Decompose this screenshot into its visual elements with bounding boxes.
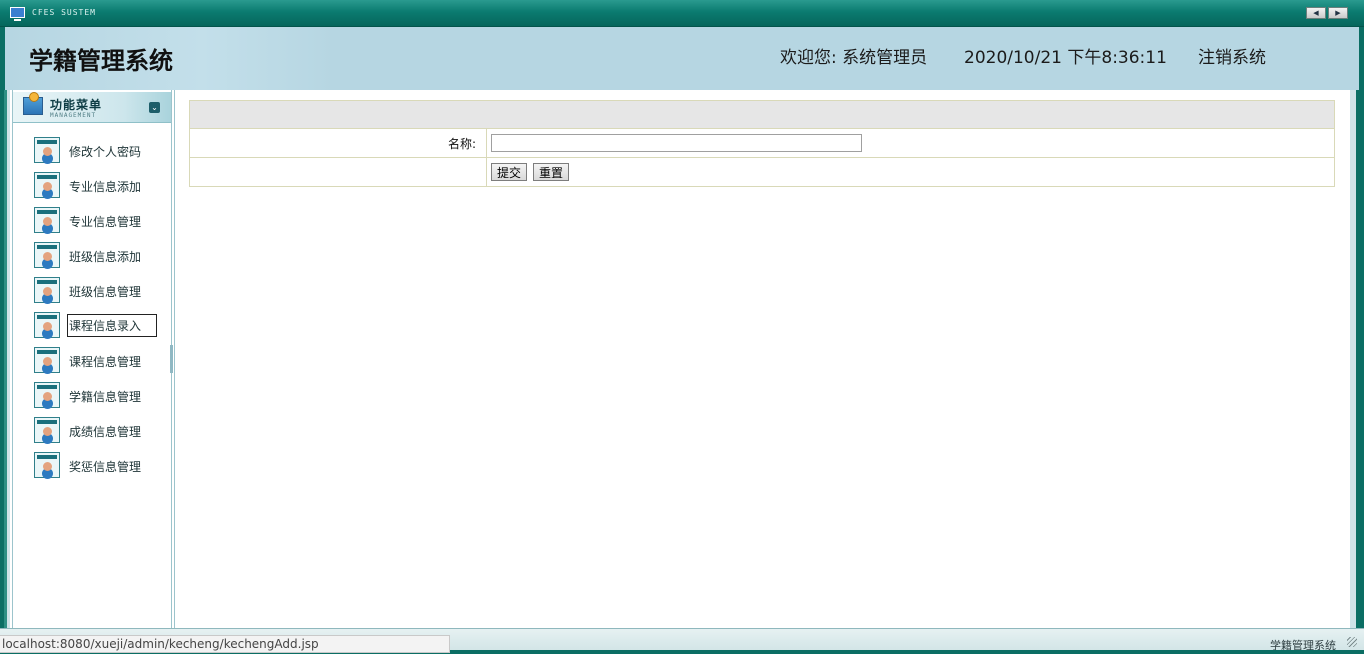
system-label: CFES SUSTEM — [32, 8, 96, 17]
sidebar-item-class-manage[interactable]: 班级信息管理 — [13, 275, 171, 310]
button-row-label-cell — [189, 157, 487, 187]
sidebar-item-label[interactable]: 成绩信息管理 — [68, 422, 142, 441]
sidebar-item-student-manage[interactable]: 学籍信息管理 — [13, 380, 171, 415]
button-cell: 提交 重置 — [486, 157, 1335, 187]
sidebar-item-label[interactable]: 班级信息添加 — [68, 247, 142, 266]
sidebar-item-major-add[interactable]: 专业信息添加 — [13, 170, 171, 205]
scroll-right-button[interactable]: ▶ — [1328, 7, 1348, 19]
frame-left — [0, 90, 10, 653]
user-card-icon — [34, 172, 60, 198]
user-card-icon — [34, 417, 60, 443]
menu-folder-icon — [23, 92, 43, 115]
sidebar-item-class-add[interactable]: 班级信息添加 — [13, 240, 171, 275]
user-card-icon — [34, 382, 60, 408]
frame-right — [1350, 90, 1364, 653]
name-label: 名称: — [189, 128, 487, 158]
user-card-icon — [34, 452, 60, 478]
sidebar-item-course-add[interactable]: 课程信息录入 — [13, 310, 171, 345]
user-card-icon — [34, 242, 60, 268]
user-card-icon — [34, 312, 60, 338]
header: 学籍管理系统 欢迎您: 系统管理员 2020/10/21 下午8:36:11 注… — [0, 27, 1364, 90]
menu-header: 功能菜单 MANAGEMENT ⌄ — [13, 92, 171, 123]
user-card-icon — [34, 137, 60, 163]
sidebar-item-course-manage[interactable]: 课程信息管理 — [13, 345, 171, 380]
app-title: 学籍管理系统 — [29, 47, 173, 75]
sidebar-item-label[interactable]: 奖惩信息管理 — [68, 457, 142, 476]
reset-button[interactable]: 重置 — [533, 163, 570, 181]
course-add-form: 名称: 提交 重置 — [189, 100, 1335, 187]
sidebar-item-label[interactable]: 专业信息管理 — [68, 212, 142, 231]
name-input-cell — [486, 128, 1335, 158]
sidebar-item-label[interactable]: 修改个人密码 — [68, 142, 142, 161]
resize-grip-icon[interactable] — [1347, 637, 1357, 647]
sidebar-splitter-handle[interactable] — [170, 345, 173, 373]
name-row: 名称: — [189, 128, 1335, 158]
form-header-cell — [189, 100, 1335, 129]
button-row: 提交 重置 — [189, 157, 1335, 187]
submit-button[interactable]: 提交 — [491, 163, 528, 181]
menu-subtitle: MANAGEMENT — [50, 112, 97, 119]
status-bar-url: localhost:8080/xueji/admin/kecheng/keche… — [0, 635, 450, 653]
logout-link[interactable]: 注销系统 — [1198, 43, 1266, 68]
user-card-icon — [34, 277, 60, 303]
sidebar-item-reward-manage[interactable]: 奖惩信息管理 — [13, 450, 171, 485]
user-card-icon — [34, 207, 60, 233]
user-card-icon — [34, 347, 60, 373]
footer-text: 学籍管理系统 — [1270, 639, 1336, 652]
sidebar-item-label[interactable]: 班级信息管理 — [68, 282, 142, 301]
sidebar-item-label[interactable]: 学籍信息管理 — [68, 387, 142, 406]
sidebar: 功能菜单 MANAGEMENT ⌄ 修改个人密码 专业信息添加 专业信息管理 班… — [12, 90, 172, 628]
sidebar-item-label[interactable]: 课程信息管理 — [68, 352, 142, 371]
form-header-row — [189, 100, 1335, 129]
window-title-bar: CFES SUSTEM ◀ ▶ — [0, 0, 1364, 27]
current-datetime: 2020/10/21 下午8:36:11 — [964, 48, 1167, 68]
main-content: 名称: 提交 重置 — [174, 90, 1349, 628]
sidebar-item-major-manage[interactable]: 专业信息管理 — [13, 205, 171, 240]
sidebar-item-label[interactable]: 课程信息录入 — [67, 314, 157, 337]
welcome-text: 欢迎您: 系统管理员 — [780, 48, 928, 68]
monitor-icon — [10, 7, 25, 21]
name-input[interactable] — [491, 134, 862, 152]
sidebar-item-change-password[interactable]: 修改个人密码 — [13, 135, 171, 170]
menu-title: 功能菜单 — [50, 98, 103, 112]
sidebar-item-grade-manage[interactable]: 成绩信息管理 — [13, 415, 171, 450]
menu-list: 修改个人密码 专业信息添加 专业信息管理 班级信息添加 班级信息管理 课程信息录… — [13, 135, 171, 485]
collapse-chevron-icon[interactable]: ⌄ — [149, 102, 160, 113]
scroll-left-button[interactable]: ◀ — [1306, 7, 1326, 19]
sidebar-item-label[interactable]: 专业信息添加 — [68, 177, 142, 196]
